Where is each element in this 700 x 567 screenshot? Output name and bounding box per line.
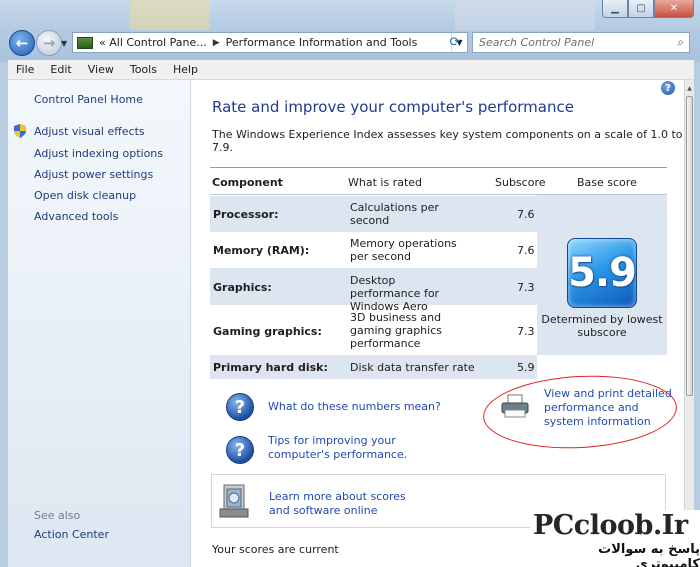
back-button[interactable]: ←	[9, 30, 35, 56]
what-rated: Calculations per second	[350, 201, 439, 227]
forward-button[interactable]: →	[36, 30, 62, 56]
control-panel-home-link[interactable]: Control Panel Home	[34, 93, 143, 106]
what-rated: 3D business and gaming graphics performa…	[350, 311, 442, 350]
background-window-blur	[130, 0, 210, 30]
menu-edit[interactable]: Edit	[42, 63, 79, 76]
maximize-button[interactable]: ▢	[628, 0, 654, 18]
software-box-icon	[219, 484, 249, 518]
component-label: Graphics:	[213, 281, 272, 294]
subscore: 7.6	[517, 244, 535, 257]
adjust-indexing-link[interactable]: Adjust indexing options	[34, 147, 163, 160]
menu-tools[interactable]: Tools	[122, 63, 165, 76]
base-score-value: 5.9	[568, 250, 637, 296]
component-label: Memory (RAM):	[213, 244, 310, 257]
learn-more-link[interactable]: Learn more about scores and software onl…	[269, 490, 419, 518]
tips-improving-link[interactable]: Tips for improving your computer's perfo…	[268, 434, 418, 462]
disk-cleanup-link[interactable]: Open disk cleanup	[34, 189, 136, 202]
refresh-icon[interactable]: ⟳	[443, 33, 467, 52]
base-score-tile: 5.9	[567, 238, 637, 308]
recent-pages-dropdown[interactable]: ▼	[61, 39, 67, 48]
control-panel-icon	[77, 36, 93, 49]
window-controls: ▁ ▢ ✕	[602, 0, 694, 18]
col-what-is-rated: What is rated	[348, 176, 423, 189]
intro-text: The Windows Experience Index assesses ke…	[212, 128, 683, 154]
subscore: 7.6	[517, 208, 535, 221]
close-button[interactable]: ✕	[654, 0, 694, 18]
component-label: Processor:	[213, 208, 279, 221]
what-rated: Desktop performance for Windows Aero	[350, 274, 440, 313]
what-numbers-mean-link[interactable]: What do these numbers mean?	[268, 400, 441, 414]
adjust-visual-effects-link[interactable]: Adjust visual effects	[34, 125, 145, 138]
col-base-score: Base score	[577, 176, 637, 189]
score-table: Component What is rated Subscore Base sc…	[210, 167, 667, 379]
what-rated: Disk data transfer rate	[350, 361, 475, 374]
watermark-brand: PCcloob.Ir	[533, 510, 688, 541]
help-icon[interactable]: ?	[661, 81, 675, 95]
page-title: Rate and improve your computer's perform…	[212, 98, 574, 116]
table-body: Processor: Calculations per second 7.6 M…	[210, 195, 667, 379]
action-center-link[interactable]: Action Center	[34, 528, 109, 541]
what-rated: Memory operations per second	[350, 237, 457, 263]
question-icon[interactable]: ?	[226, 436, 254, 464]
forward-arrow-icon: →	[42, 34, 56, 52]
uac-shield-icon	[14, 124, 26, 138]
base-score-caption: Determined by lowest subscore	[541, 313, 663, 339]
address-overflow[interactable]: «	[99, 36, 106, 49]
menu-view[interactable]: View	[80, 63, 122, 76]
advanced-tools-link[interactable]: Advanced tools	[34, 210, 118, 223]
address-bar[interactable]: « All Control Pane... ▶ Performance Info…	[72, 32, 468, 53]
background-window-blur	[455, 0, 595, 30]
adjust-power-link[interactable]: Adjust power settings	[34, 168, 153, 181]
see-also-heading: See also	[34, 509, 81, 522]
back-arrow-icon: ←	[15, 34, 29, 52]
scores-current-status: Your scores are current	[212, 543, 339, 556]
watermark-tagline: پاسخ به سوالات کامپیوتری	[598, 542, 700, 567]
col-component: Component	[212, 176, 283, 189]
component-label: Primary hard disk:	[213, 361, 328, 374]
col-subscore: Subscore	[495, 176, 546, 189]
subscore: 7.3	[517, 325, 535, 338]
component-label: Gaming graphics:	[213, 325, 322, 338]
breadcrumb-performance[interactable]: Performance Information and Tools	[226, 36, 418, 49]
search-input[interactable]: Search Control Panel ⌕	[472, 32, 690, 53]
subscore: 7.3	[517, 281, 535, 294]
menu-help[interactable]: Help	[165, 63, 206, 76]
breadcrumb-all-control-panel[interactable]: All Control Pane...	[109, 36, 207, 49]
subscore: 5.9	[517, 361, 535, 374]
search-placeholder: Search Control Panel	[479, 36, 595, 49]
search-icon[interactable]: ⌕	[677, 35, 684, 50]
question-icon[interactable]: ?	[226, 393, 254, 421]
tasks-pane: Control Panel Home Adjust visual effects…	[8, 80, 191, 567]
chevron-right-icon[interactable]: ▶	[213, 38, 220, 48]
table-header: Component What is rated Subscore Base sc…	[210, 167, 667, 195]
minimize-button[interactable]: ▁	[602, 0, 628, 18]
menu-file[interactable]: File	[8, 63, 42, 76]
menu-bar: File Edit View Tools Help	[8, 60, 694, 80]
scroll-up-arrow-icon[interactable]: ▲	[685, 80, 694, 96]
